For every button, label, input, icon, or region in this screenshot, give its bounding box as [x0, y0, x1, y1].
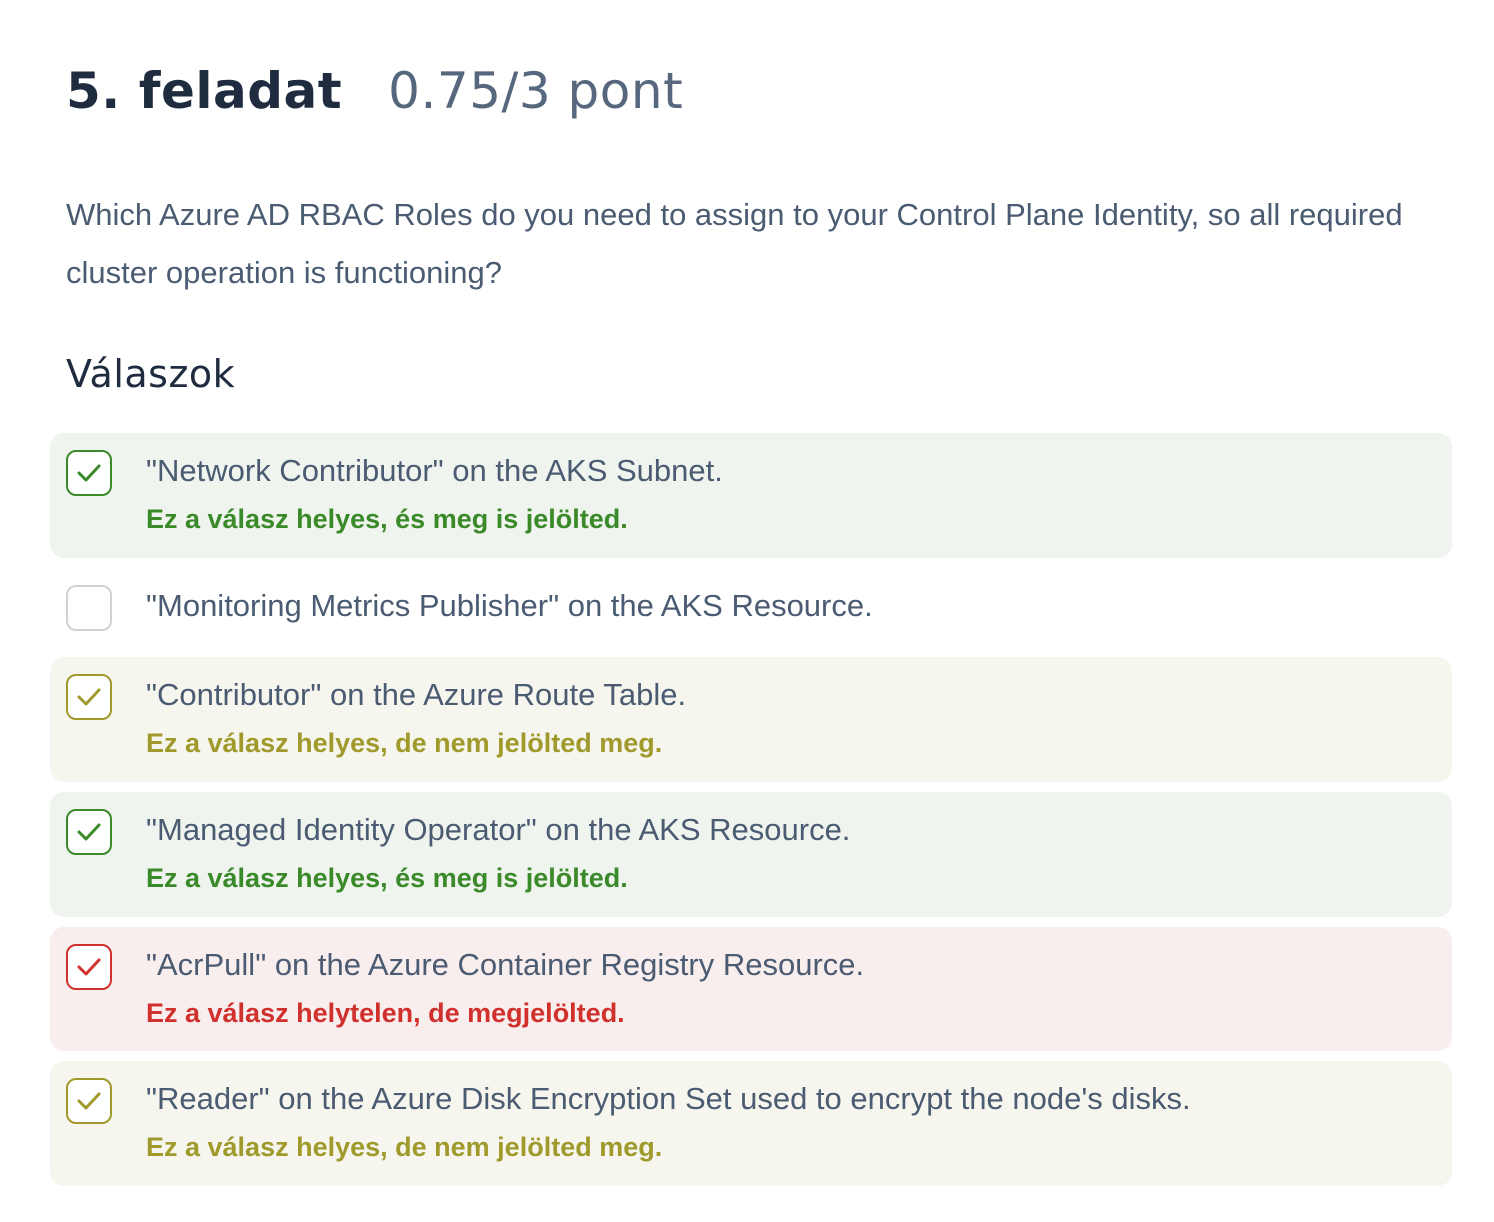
answer-text: "Monitoring Metrics Publisher" on the AK… [146, 588, 873, 623]
answer-checkbox[interactable] [66, 450, 112, 496]
answer-feedback: Ez a válasz helytelen, de megjelölted. [146, 998, 625, 1028]
task-header: 5. feladat 0.75/3 pont [66, 62, 683, 138]
answer-feedback: Ez a válasz helyes, és meg is jelölted. [146, 863, 628, 893]
task-title: 5. feladat [66, 62, 343, 120]
check-icon [77, 688, 101, 706]
answer-text: "Contributor" on the Azure Route Table. [146, 677, 687, 712]
answer-item: "Contributor" on the Azure Route Table. … [50, 657, 1452, 782]
answer-checkbox[interactable] [66, 674, 112, 720]
answer-text: "Reader" on the Azure Disk Encryption Se… [146, 1081, 1191, 1116]
answer-text: "AcrPull" on the Azure Container Registr… [146, 947, 865, 982]
answer-item: "Monitoring Metrics Publisher" on the AK… [50, 568, 1452, 648]
check-icon [77, 1092, 101, 1110]
check-icon [77, 958, 101, 976]
answer-feedback: Ez a válasz helyes, és meg is jelölted. [146, 504, 628, 534]
answer-item: "AcrPull" on the Azure Container Registr… [50, 927, 1452, 1051]
answer-feedback: Ez a válasz helyes, de nem jelölted meg. [146, 1132, 663, 1162]
answer-item: "Managed Identity Operator" on the AKS R… [50, 792, 1452, 917]
answers-heading: Válaszok [66, 352, 236, 396]
answer-text: "Managed Identity Operator" on the AKS R… [146, 812, 851, 847]
answer-feedback: Ez a válasz helyes, de nem jelölted meg. [146, 728, 663, 758]
check-icon [77, 823, 101, 841]
answer-item: "Reader" on the Azure Disk Encryption Se… [50, 1061, 1452, 1186]
question-text: Which Azure AD RBAC Roles do you need to… [66, 197, 1403, 290]
answer-checkbox[interactable] [66, 1078, 112, 1124]
answer-checkbox[interactable] [66, 809, 112, 855]
task-score: 0.75/3 pont [388, 62, 684, 120]
answer-checkbox[interactable] [66, 944, 112, 990]
answer-item: "Network Contributor" on the AKS Subnet.… [50, 433, 1452, 558]
answer-text: "Network Contributor" on the AKS Subnet. [146, 453, 723, 488]
answer-checkbox[interactable] [66, 585, 112, 631]
check-icon [77, 464, 101, 482]
